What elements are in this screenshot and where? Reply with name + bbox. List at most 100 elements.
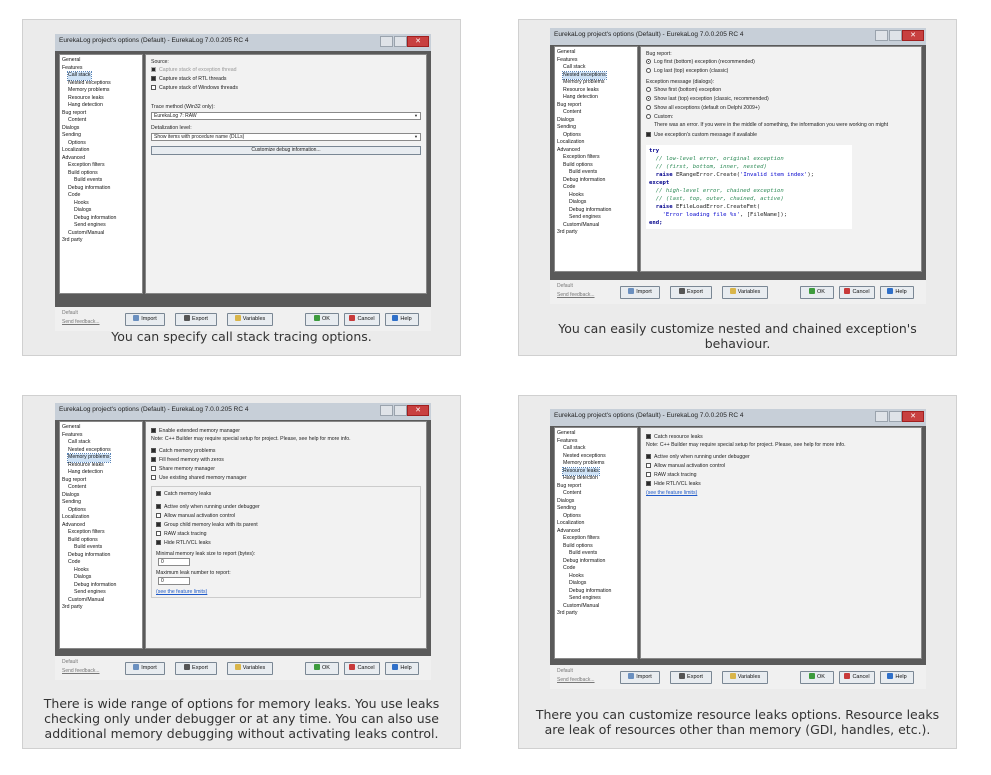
checkbox[interactable] [151,76,156,81]
tree-item[interactable]: Features [557,57,635,65]
checkbox[interactable] [156,491,161,496]
tree-item[interactable]: Debug information [557,588,635,596]
tree-item[interactable]: General [557,430,635,438]
tree-item[interactable]: Hang detection [557,94,635,102]
variables-button[interactable]: Variables [722,286,768,299]
options-tree[interactable]: General Features Call stack Nested exceptio… [554,46,638,272]
tree-item[interactable]: Resource leaks [62,462,140,470]
default-checkbox-label[interactable]: Default [62,310,78,316]
tree-item[interactable]: Custom/Manual [557,222,635,230]
tree-item[interactable]: Hang detection [557,475,635,483]
tree-item[interactable]: Code [62,559,140,567]
raw-stack-tracing-option[interactable]: RAW stack tracing [156,529,416,538]
group-child-leaks-option[interactable]: Group child memory leaks with its parent [156,520,416,529]
tree-item[interactable]: Localization [62,514,140,522]
tree-item[interactable]: Code [62,192,140,200]
tree-item[interactable]: Debug information [557,207,635,215]
checkbox[interactable] [646,472,651,477]
feature-limits-link[interactable]: (see the feature limits) [156,589,416,595]
tree-item[interactable]: Bug report [62,110,140,118]
tree-item[interactable]: Custom/Manual [557,603,635,611]
tree-item[interactable]: Call stack [62,71,140,81]
tree-item[interactable]: Bug report [557,102,635,110]
cancel-button[interactable]: Cancel [839,671,875,684]
maximize-button[interactable] [394,405,407,416]
tree-item[interactable]: Bug report [62,477,140,485]
tree-item[interactable]: 3rd party [557,229,635,237]
tree-item[interactable]: Call stack [62,439,140,447]
tree-item[interactable]: Hooks [62,567,140,575]
options-tree[interactable]: General Features Call stack Nested exceptio… [554,427,638,659]
tree-item[interactable]: Localization [557,139,635,147]
catch-memory-problems-option[interactable]: Catch memory problems [151,446,421,455]
tree-item[interactable]: Options [62,507,140,515]
tree-item[interactable]: Hang detection [62,469,140,477]
catch-resource-leaks-option[interactable]: Catch resource leaks [646,432,916,441]
options-tree[interactable]: General Features Call stack Nested exceptio… [59,54,143,294]
custom-message-field[interactable]: There was an error. If you were in the m… [654,122,916,128]
tree-item[interactable]: Custom/Manual [62,597,140,605]
use-custom-message-option[interactable]: Use exception's custom message if availa… [646,130,916,139]
tree-item[interactable]: Options [557,132,635,140]
show-all-option[interactable]: Show all exceptions (default on Delphi 2… [646,103,916,112]
custom-option[interactable]: Custom: [646,112,916,121]
log-last-option[interactable]: Log last (top) exception (classic) [646,66,916,75]
share-memory-manager-option[interactable]: Share memory manager [151,464,421,473]
tree-item[interactable]: Resource leaks [557,466,635,476]
tree-item[interactable]: Features [62,432,140,440]
checkbox[interactable] [151,428,156,433]
maximize-button[interactable] [394,36,407,47]
ok-button[interactable]: OK [305,313,339,326]
tree-item[interactable]: Localization [62,147,140,155]
variables-button[interactable]: Variables [227,313,273,326]
tree-item[interactable]: Features [62,65,140,73]
minimize-button[interactable] [380,36,393,47]
radio[interactable] [646,68,651,73]
help-button[interactable]: Help [880,286,914,299]
tree-item[interactable]: Memory problems [62,87,140,95]
tree-item[interactable]: 3rd party [62,604,140,612]
close-button[interactable]: ✕ [902,30,924,41]
checkbox[interactable] [151,85,156,90]
maximum-leak-number-input[interactable]: 0 [158,577,190,585]
export-button[interactable]: Export [670,671,712,684]
tree-item[interactable]: Nested exceptions [557,453,635,461]
minimize-button[interactable] [380,405,393,416]
tree-item[interactable]: Build events [557,550,635,558]
show-last-option[interactable]: Show last (top) exception (classic, reco… [646,94,916,103]
tree-item[interactable]: Exception filters [62,162,140,170]
radio[interactable] [646,87,651,92]
tree-item[interactable]: Call stack [557,445,635,453]
radio[interactable] [646,59,651,64]
export-button[interactable]: Export [670,286,712,299]
tree-item[interactable]: Memory problems [62,453,140,463]
tree-item[interactable]: Bug report [557,483,635,491]
tree-item[interactable]: Code [557,184,635,192]
checkbox[interactable] [156,540,161,545]
tree-item[interactable]: Sending [557,124,635,132]
tree-item[interactable]: Memory problems [557,79,635,87]
tree-item[interactable]: Send engines [557,595,635,603]
cancel-button[interactable]: Cancel [839,286,875,299]
tree-item[interactable]: Build events [62,544,140,552]
close-button[interactable]: ✕ [902,411,924,422]
tree-item[interactable]: Dialogs [557,199,635,207]
capture-windows-threads-option[interactable]: Capture stack of Windows threads [151,83,421,92]
tree-item[interactable]: Hang detection [62,102,140,110]
maximize-button[interactable] [889,30,902,41]
tree-item[interactable]: General [557,49,635,57]
fill-freed-memory-option[interactable]: Fill freed memory with zeros [151,455,421,464]
send-feedback-link[interactable]: Send feedback... [557,677,595,683]
checkbox[interactable] [646,454,651,459]
help-button[interactable]: Help [385,313,419,326]
tree-item[interactable]: Dialogs [557,498,635,506]
tree-item[interactable]: Dialogs [62,207,140,215]
ok-button[interactable]: OK [305,662,339,675]
import-button[interactable]: Import [620,286,660,299]
export-button[interactable]: Export [175,662,217,675]
tree-item[interactable]: Nested exceptions [62,447,140,455]
tree-item[interactable]: Build events [62,177,140,185]
tree-item[interactable]: Code [557,565,635,573]
export-button[interactable]: Export [175,313,217,326]
tree-item[interactable]: Features [557,438,635,446]
